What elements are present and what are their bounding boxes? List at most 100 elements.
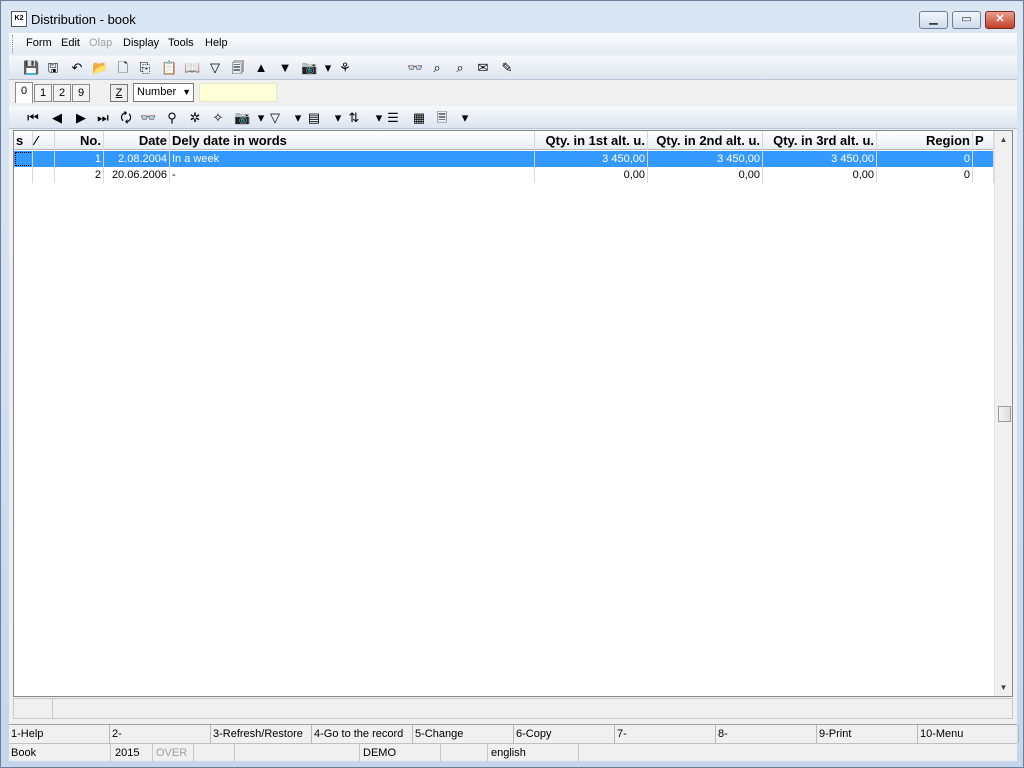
book-icon[interactable]: 📖 [184,60,200,76]
column-header-mark[interactable]: ⁄ [33,131,55,150]
app-icon: K2 [11,11,27,27]
column-header-q3[interactable]: Qty. in 3rd alt. u. [763,131,877,150]
cell-p [973,151,994,167]
binoculars-icon[interactable]: 👓 [407,60,423,76]
copy-icon[interactable]: ⎘ [137,60,153,76]
menu-form[interactable]: Form [26,37,52,49]
column-header-q1[interactable]: Qty. in 1st alt. u. [535,131,648,150]
disabled-remove-icon[interactable]: ✧ [210,110,226,126]
tab-1[interactable]: 1 [34,84,52,102]
dropdown-icon[interactable]: ▾ [290,110,306,126]
menu-grip [12,35,15,53]
fkey-4[interactable]: 4-Go to the record [312,725,413,743]
column-header-p[interactable]: P [973,131,994,150]
disabled-edit-icon[interactable]: ✎ [499,60,515,76]
scroll-thumb[interactable] [998,406,1011,422]
fkey-10[interactable]: 10-Menu [918,725,1019,743]
refresh-document-icon[interactable]: 🗘 [118,110,134,126]
binoculars-next-icon[interactable]: ⌕ [452,60,468,76]
tab-2[interactable]: 2 [53,84,71,102]
sort-az-icon[interactable]: ⇅ [346,110,362,126]
close-button[interactable]: ✕ [985,11,1015,29]
save-disabled-icon[interactable]: 🖫 [45,60,61,76]
search-input[interactable] [199,83,277,102]
cell-date: 2.08.2004 [104,151,170,167]
star-add-icon[interactable]: ✲ [187,110,203,126]
last-record-icon[interactable]: ⏭ [95,110,111,126]
vertical-scrollbar[interactable]: ▲ ▼ [994,131,1012,696]
camera-icon[interactable]: 📷 [234,110,250,126]
status-demo: DEMO [361,744,441,762]
excel-icon[interactable]: ▦ [411,110,427,126]
open-folder-icon[interactable]: 📂 [92,60,108,76]
cell-date: 20.06.2006 [104,167,170,183]
table-row[interactable]: 2 20.06.2006-0,00 0,00 0,00 0 [14,167,994,183]
fkey-3[interactable]: 3-Refresh/Restore [211,725,312,743]
cell-q1: 0,00 [535,167,648,183]
report-icon[interactable]: 🗏 [434,110,450,126]
column-header-words[interactable]: Dely date in words [170,131,535,150]
cell-q3: 0,00 [763,167,877,183]
title-bar[interactable]: K2 Distribution - book ▁ ▭ ✕ [1,1,1023,35]
status-mode: OVER [154,744,194,762]
status-blank-1 [195,744,235,762]
scroll-up-icon[interactable]: ▲ [995,131,1012,148]
tab-9[interactable]: 9 [72,84,90,102]
column-header-no[interactable]: No. [55,131,104,150]
dropdown-icon[interactable]: ▾ [330,110,346,126]
filter-icon[interactable]: ▽ [207,60,223,76]
menu-edit[interactable]: Edit [61,37,80,49]
plant-icon[interactable]: ⚘ [337,60,353,76]
binoculars-find-icon[interactable]: ⌕ [429,60,445,76]
previous-record-icon[interactable]: ◀ [49,110,65,126]
fkey-9[interactable]: 9-Print [817,725,918,743]
table-row[interactable]: 1 2.08.2004 In a week 3 450,00 3 450,00 3 450… [14,151,994,167]
undo-icon[interactable]: ↶ [69,60,85,76]
save-icon[interactable]: 💾 [23,60,39,76]
scroll-down-icon[interactable]: ▼ [995,679,1012,696]
columns-icon[interactable]: ▤ [306,110,322,126]
chevron-down-icon: ▼ [182,87,191,97]
cell-words: In a week [170,151,535,167]
minimize-button[interactable]: ▁ [919,11,948,29]
paste-icon[interactable]: 📋 [161,60,177,76]
disabled-binoculars-icon[interactable]: ⚲ [164,110,180,126]
column-header-region[interactable]: Region [877,131,973,150]
status-language: english [489,744,579,762]
cell-words: - [170,167,535,183]
mail-icon[interactable]: ✉ [475,60,491,76]
column-header-s[interactable]: s [14,131,33,150]
fkey-2[interactable]: 2- [110,725,211,743]
fkey-5[interactable]: 5-Change [413,725,514,743]
maximize-button[interactable]: ▭ [952,11,981,29]
dropdown-icon[interactable]: ▾ [457,110,473,126]
menu-bar: Form Edit Olap Display Tools Help [9,33,1017,55]
dropdown-icon[interactable]: ▾ [320,60,336,76]
tab-0[interactable]: 0 [15,82,33,103]
status-book: Book [9,744,111,762]
menu-tools[interactable]: Tools [168,37,194,49]
new-document-icon[interactable]: 🗋 [115,60,131,76]
fkey-6[interactable]: 6-Copy [514,725,615,743]
fkey-7[interactable]: 7- [615,725,716,743]
cell-q2: 0,00 [648,167,763,183]
menu-help[interactable]: Help [205,37,228,49]
disabled-list-icon[interactable]: ☰ [385,110,401,126]
next-record-icon[interactable]: ▶ [73,110,89,126]
filter-icon[interactable]: ▽ [267,110,283,126]
binoculars-icon[interactable]: 👓 [140,110,156,126]
menu-display[interactable]: Display [123,37,159,49]
fkey-8[interactable]: 8- [716,725,817,743]
status-blank-3 [442,744,488,762]
arrow-down-icon[interactable]: ▼ [277,60,293,76]
camera-icon[interactable]: 📷 [301,60,317,76]
sort-select[interactable]: Number ▼ [133,83,194,102]
main-toolbar: 💾 🖫 ↶ 📂 🗋 ⎘ 📋 📖 ▽ 🗐 ▲ ▼ 📷 ▾ ⚘ 👓 ⌕ ⌕ ✉ ✎ [9,56,1017,80]
filter-document-icon[interactable]: 🗐 [230,60,246,76]
z-button[interactable]: Z [110,84,128,102]
arrow-up-icon[interactable]: ▲ [253,60,269,76]
column-header-date[interactable]: Date [104,131,170,150]
first-record-icon[interactable]: ⏮ [25,110,41,126]
column-header-q2[interactable]: Qty. in 2nd alt. u. [648,131,763,150]
fkey-1[interactable]: 1-Help [9,725,110,743]
